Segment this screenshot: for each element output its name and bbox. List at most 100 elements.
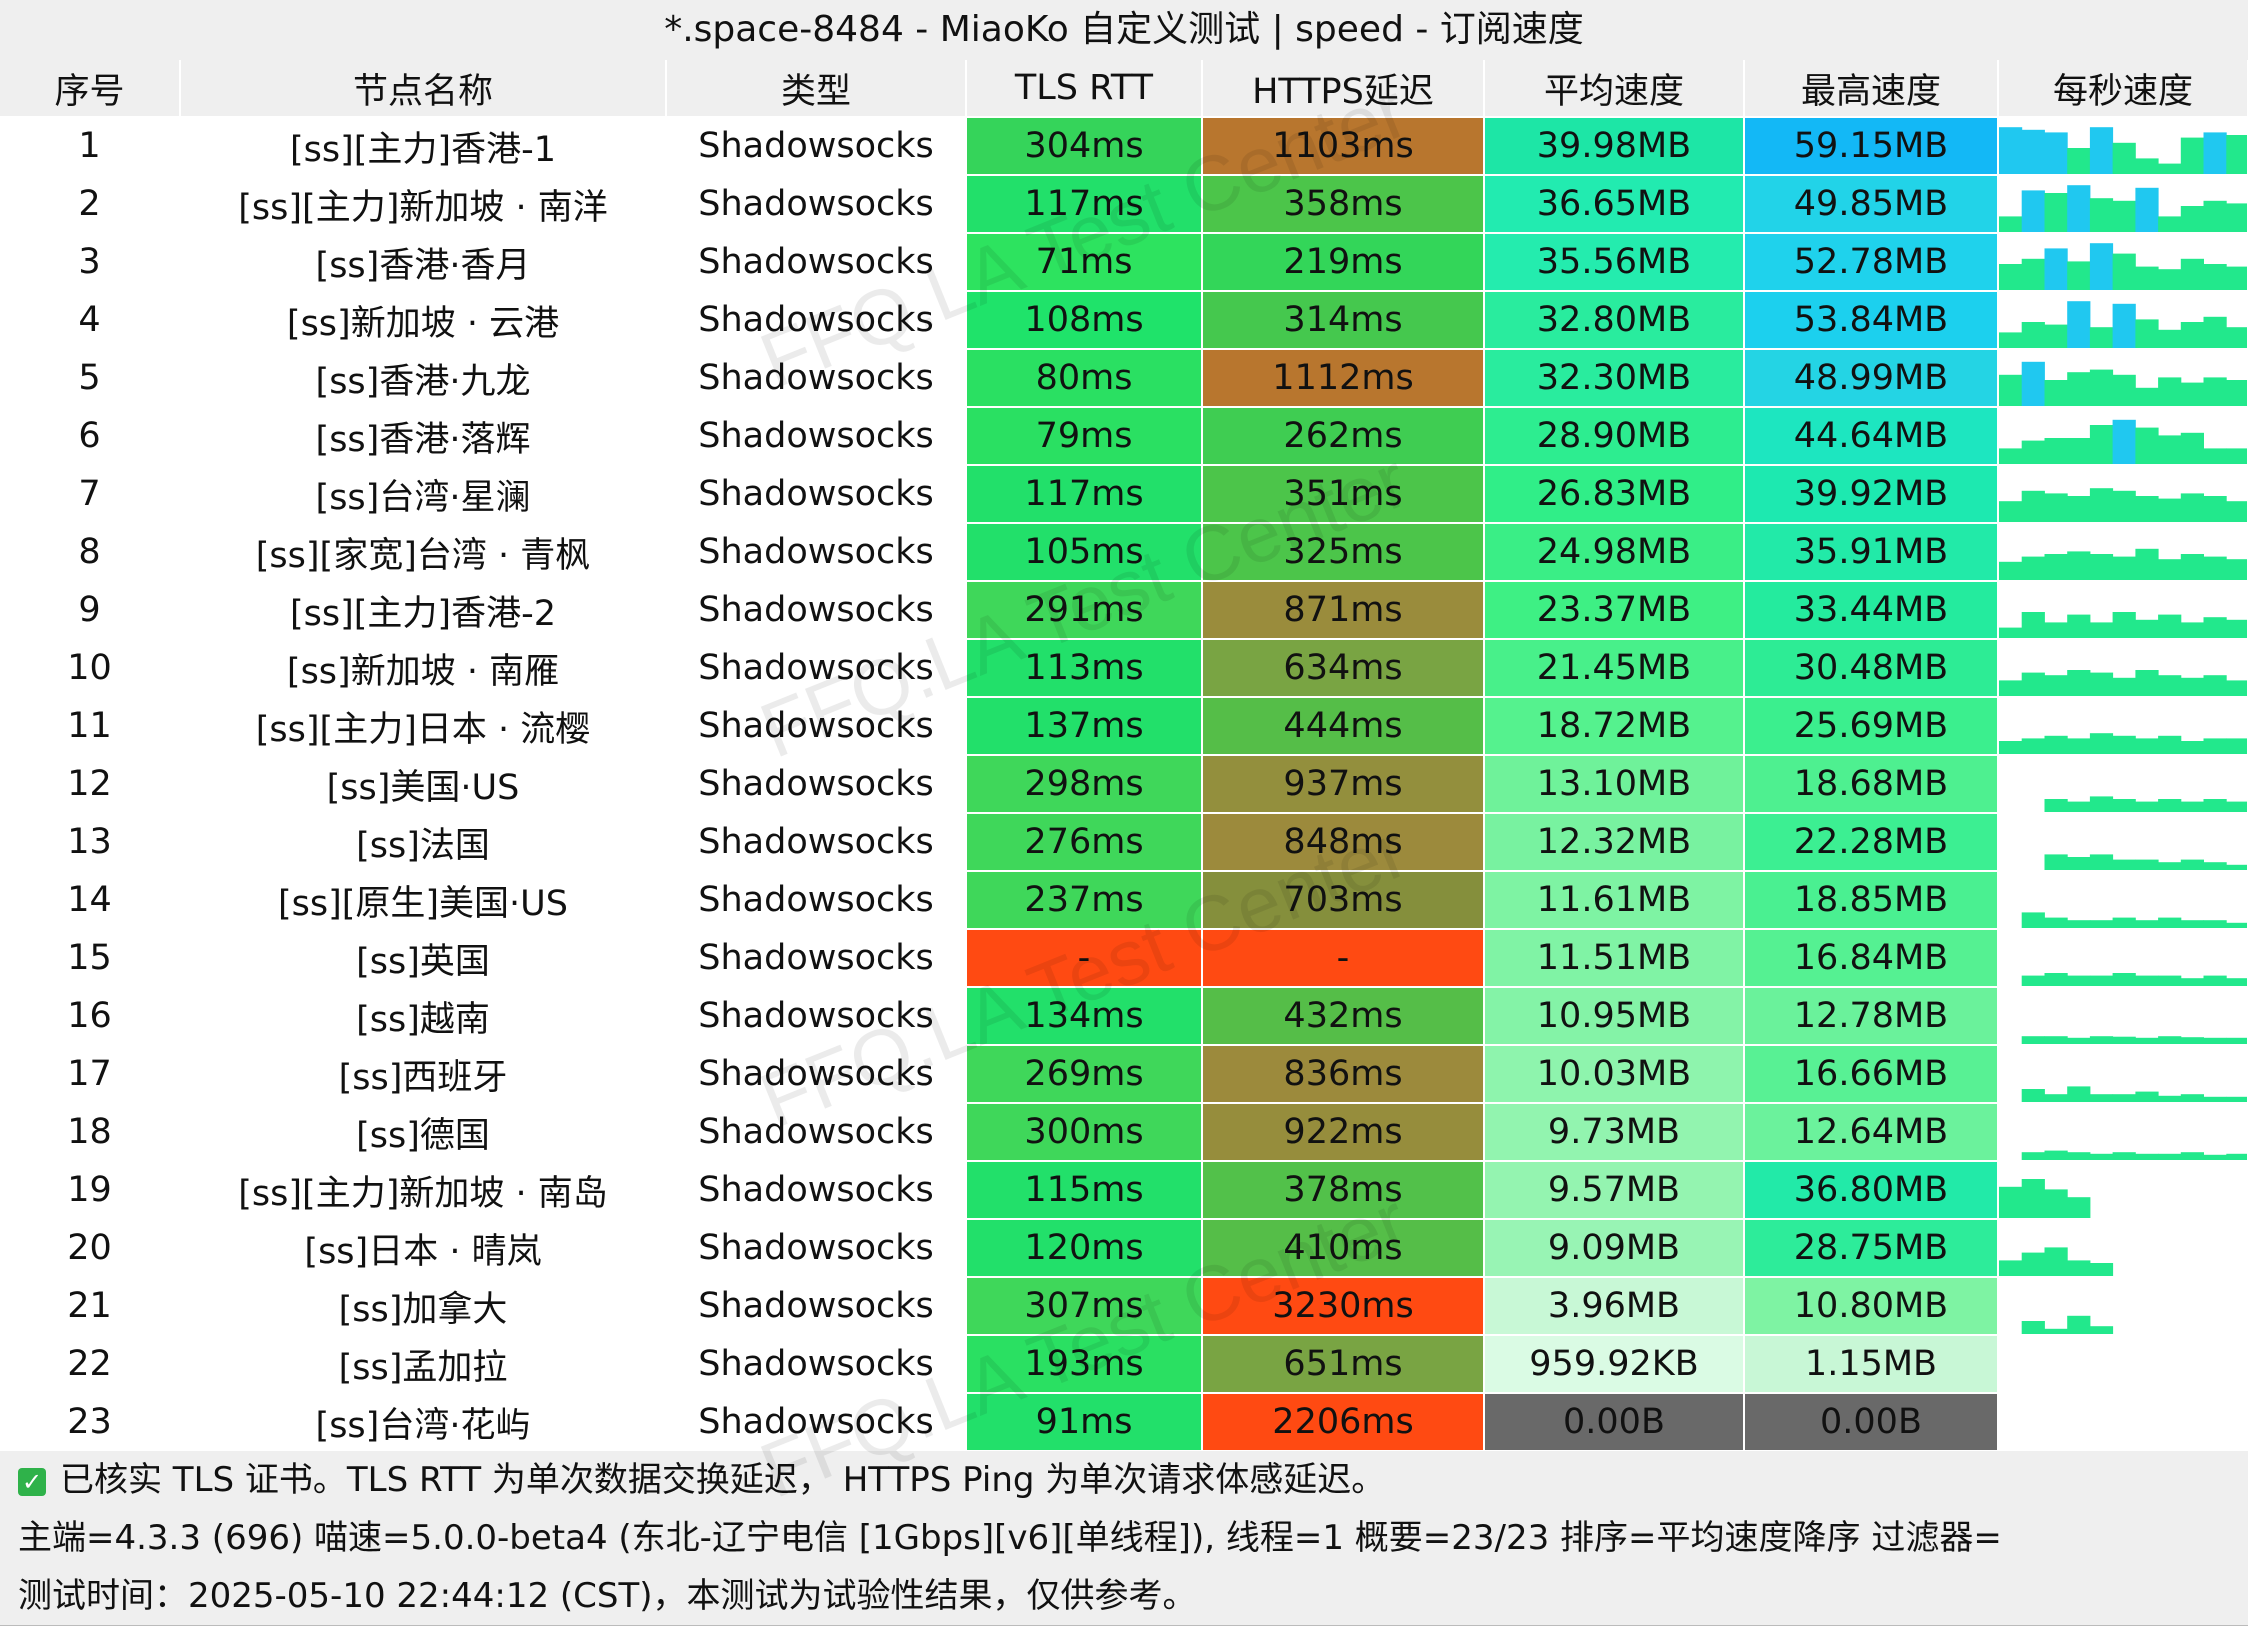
row-per-second-graph	[1998, 291, 2248, 350]
table-row[interactable]: 5 [ss]香港·九龙 Shadowsocks 80ms 1112ms 32.30MB 48…	[0, 349, 2248, 408]
row-per-second-graph	[1998, 581, 2248, 640]
row-proxy-type: Shadowsocks	[666, 465, 967, 524]
speed-sample-bar	[2158, 377, 2182, 405]
table-row[interactable]: 4 [ss]新加坡 · 云港 Shadowsocks 108ms 314ms 32.80M…	[0, 291, 2248, 350]
row-proxy-type: Shadowsocks	[666, 813, 967, 872]
row-node-name: [ss][主力]香港-1	[180, 117, 667, 176]
row-proxy-type: Shadowsocks	[666, 1335, 967, 1394]
row-per-second-graph	[1998, 117, 2248, 176]
row-node-name: [ss]香港·香月	[180, 233, 667, 292]
speed-sample-bar	[2112, 200, 2136, 231]
col-header-index[interactable]: 序号	[0, 60, 181, 118]
row-tls-rtt: 237ms	[966, 871, 1203, 930]
table-row[interactable]: 15 [ss]英国 Shadowsocks - -11.51MB 16.84MB	[0, 929, 2248, 988]
speed-sample-bar	[2044, 132, 2068, 173]
speed-sample-bar	[1999, 680, 2023, 695]
table-row[interactable]: 2 [ss][主力]新加坡 · 南洋 Shadowsocks 117ms 358ms 36…	[0, 175, 2248, 234]
table-row[interactable]: 13 [ss]法国 Shadowsocks 276ms 848ms 12.32MB 22.2…	[0, 813, 2248, 872]
row-avg-speed: 11.61MB	[1484, 871, 1745, 930]
row-node-name: [ss]美国·US	[180, 755, 667, 814]
speed-sample-bar	[2112, 677, 2136, 695]
table-row[interactable]: 3 [ss]香港·香月 Shadowsocks 71ms 219ms 35.56MB 52.…	[0, 233, 2248, 292]
table-row[interactable]: 9 [ss][主力]香港-2 Shadowsocks 291ms 871ms 23.37M…	[0, 581, 2248, 640]
speed-sample-bar	[2067, 185, 2091, 231]
row-index: 3	[0, 233, 181, 292]
row-avg-speed: 36.65MB	[1484, 175, 1745, 234]
row-tls-rtt: 91ms	[966, 1393, 1203, 1452]
speed-sample-bar	[2021, 1321, 2045, 1333]
table-row[interactable]: 18 [ss]德国 Shadowsocks 300ms 922ms 9.73MB 12.64…	[0, 1103, 2248, 1162]
row-index: 7	[0, 465, 181, 524]
row-per-second-graph	[1998, 813, 2248, 872]
row-node-name: [ss]越南	[180, 987, 667, 1046]
row-https-latency: 444ms	[1202, 697, 1485, 756]
col-header-tls-rtt[interactable]: TLS RTT	[966, 60, 1203, 118]
row-https-latency: 848ms	[1202, 813, 1485, 872]
speed-sample-bar	[2226, 327, 2246, 347]
speed-sample-bar	[2226, 738, 2246, 753]
row-tls-rtt: 120ms	[966, 1219, 1203, 1278]
speed-sample-bar	[2112, 612, 2136, 637]
row-tls-rtt: 80ms	[966, 349, 1203, 408]
checkbox-checked-icon: ✓	[18, 1467, 46, 1496]
speed-sample-bar	[2158, 675, 2182, 695]
table-row[interactable]: 6 [ss]香港·落辉 Shadowsocks 79ms 262ms 28.90MB 44.…	[0, 407, 2248, 466]
speed-sample-bar	[2135, 670, 2159, 695]
speed-sample-bar	[1999, 264, 2023, 289]
table-row[interactable]: 7 [ss]台湾·星澜 Shadowsocks 117ms 351ms 26.83MB 39…	[0, 465, 2248, 524]
speed-sample-bar	[2135, 1091, 2159, 1101]
speed-sample-bar	[2089, 243, 2114, 289]
row-index: 12	[0, 755, 181, 814]
speed-sample-bar	[2135, 158, 2159, 173]
table-row[interactable]: 1 [ss][主力]香港-1 Shadowsocks 304ms 1103ms 39.98…	[0, 117, 2248, 176]
speed-sample-bar	[2203, 496, 2227, 521]
row-index: 17	[0, 1045, 181, 1104]
row-https-latency: 325ms	[1202, 523, 1485, 582]
table-header: 序号 节点名称 类型 TLS RTT HTTPS延迟 平均速度 最高速度 每秒速…	[0, 60, 2248, 118]
table-row[interactable]: 19 [ss][主力]新加坡 · 南岛 Shadowsocks 115ms 378ms 9…	[0, 1161, 2248, 1220]
speed-sample-bar	[2089, 488, 2114, 521]
row-node-name: [ss][主力]日本 · 流樱	[180, 697, 667, 756]
table-row[interactable]: 20 [ss]日本 · 晴岚 Shadowsocks 120ms 410ms 9.09MB…	[0, 1219, 2248, 1278]
speed-sample-bar	[2226, 448, 2246, 463]
row-node-name: [ss]香港·九龙	[180, 349, 667, 408]
table-row[interactable]: 22 [ss]孟加拉 Shadowsocks 193ms 651ms 959.92KB 1.…	[0, 1335, 2248, 1394]
row-node-name: [ss]加拿大	[180, 1277, 667, 1336]
row-node-name: [ss]香港·落辉	[180, 407, 667, 466]
speed-sample-bar	[2226, 380, 2246, 405]
col-header-https-latency[interactable]: HTTPS延迟	[1202, 60, 1485, 118]
speed-sample-bar	[2112, 556, 2136, 579]
col-header-avg-speed[interactable]: 平均速度	[1484, 60, 1745, 118]
table-row[interactable]: 10 [ss]新加坡 · 南雁 Shadowsocks 113ms 634ms 21.45…	[0, 639, 2248, 698]
speed-sample-bar	[2089, 198, 2114, 231]
speed-sample-bar	[2021, 1252, 2045, 1275]
table-row[interactable]: 14 [ss][原生]美国·US Shadowsocks 237ms 703ms 11.6…	[0, 871, 2248, 930]
col-header-max-speed[interactable]: 最高速度	[1744, 60, 1999, 118]
row-proxy-type: Shadowsocks	[666, 1277, 967, 1336]
row-max-speed: 1.15MB	[1744, 1335, 1999, 1394]
speed-sample-bar	[2044, 248, 2068, 289]
col-header-per-second-speed[interactable]: 每秒速度	[1998, 60, 2248, 118]
table-row[interactable]: 8 [ss][家宽]台湾 · 青枫 Shadowsocks 105ms 325ms 24.…	[0, 523, 2248, 582]
col-header-type[interactable]: 类型	[666, 60, 967, 118]
speed-sample-bar	[1999, 501, 2023, 521]
table-row[interactable]: 11 [ss][主力]日本 · 流樱 Shadowsocks 137ms 444ms 18…	[0, 697, 2248, 756]
table-row[interactable]: 23 [ss]台湾·花屿 Shadowsocks 91ms 2206ms 0.00B 0.0…	[0, 1393, 2248, 1452]
speed-sample-bar	[2044, 1328, 2068, 1333]
table-row[interactable]: 17 [ss]西班牙 Shadowsocks 269ms 836ms 10.03MB 16.…	[0, 1045, 2248, 1104]
col-header-node-name[interactable]: 节点名称	[180, 60, 667, 118]
speed-sample-bar	[2226, 1153, 2246, 1159]
table-row[interactable]: 12 [ss]美国·US Shadowsocks 298ms 937ms 13.10MB 1…	[0, 755, 2248, 814]
table-row[interactable]: 21 [ss]加拿大 Shadowsocks 307ms 3230ms 3.96MB 10.…	[0, 1277, 2248, 1336]
row-node-name: [ss][主力]新加坡 · 南岛	[180, 1161, 667, 1220]
row-max-speed: 44.64MB	[1744, 407, 1999, 466]
table-row[interactable]: 16 [ss]越南 Shadowsocks 134ms 432ms 10.95MB 12.7…	[0, 987, 2248, 1046]
speed-sample-bar	[2158, 216, 2182, 231]
row-node-name: [ss][主力]香港-2	[180, 581, 667, 640]
speed-sample-bar	[2135, 619, 2159, 637]
speed-sample-bar	[2203, 862, 2227, 869]
row-per-second-graph	[1998, 1045, 2248, 1104]
row-avg-speed: 0.00B	[1484, 1393, 1745, 1452]
row-avg-speed: 26.83MB	[1484, 465, 1745, 524]
row-node-name: [ss]孟加拉	[180, 1335, 667, 1394]
